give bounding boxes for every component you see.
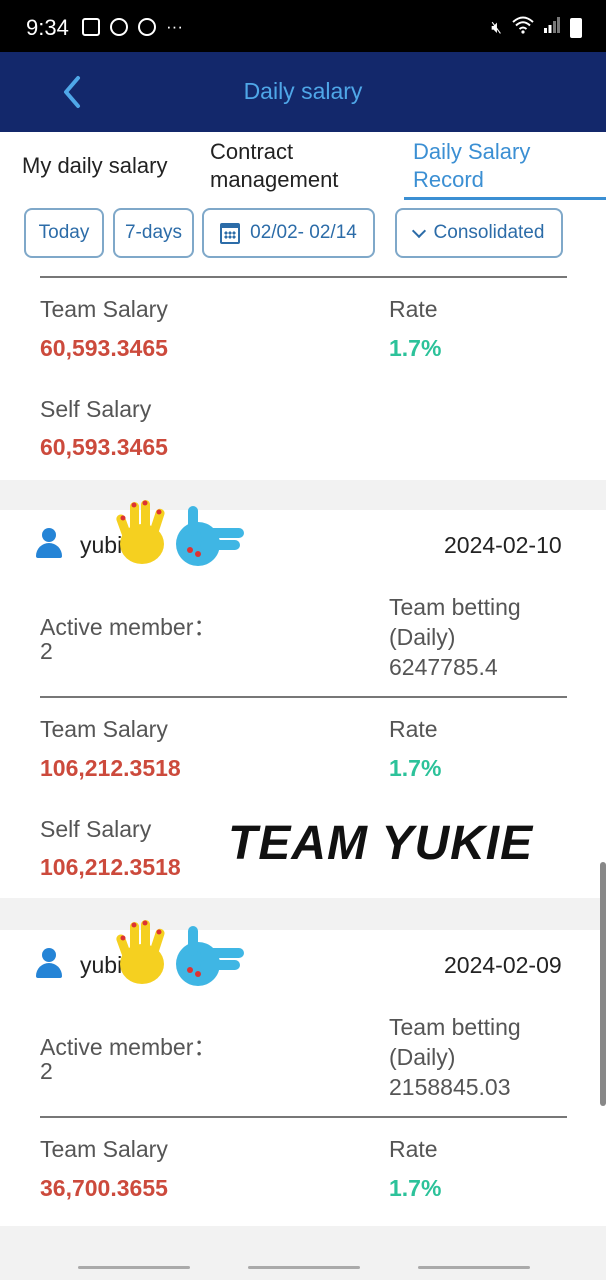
- tab-label: Record: [413, 167, 484, 192]
- hand-emoji-icon: [116, 920, 165, 984]
- status-time: 9:34: [26, 15, 69, 40]
- team-salary-label: Team Salary: [40, 716, 168, 742]
- self-salary-label: Self Salary: [40, 396, 152, 422]
- active-member-label: Active member：: [40, 1034, 217, 1060]
- self-salary-value: 60,593.3465: [40, 434, 168, 460]
- consolidated-label: Consolidated: [433, 222, 545, 243]
- user-icon: [36, 528, 62, 558]
- team-betting-value: 6247785.4: [389, 654, 498, 680]
- home-button[interactable]: [248, 1266, 360, 1269]
- tab-label: My daily salary: [22, 153, 168, 178]
- rate-value: 1.7%: [389, 755, 442, 781]
- consolidated-dropdown[interactable]: Consolidated: [395, 208, 563, 258]
- user-icon: [36, 948, 62, 978]
- status-bar: 9:34 ··· 🔇︎: [0, 0, 606, 52]
- scrollbar[interactable]: [600, 862, 606, 1106]
- status-icons-right: 🔇︎: [491, 16, 582, 39]
- active-tab-indicator: [404, 197, 606, 200]
- more-dots: ···: [166, 17, 183, 36]
- app-header: Daily salary: [0, 52, 606, 132]
- team-yukie-watermark: TEAM YUKIE: [228, 817, 534, 870]
- team-salary-value: 36,700.3655: [40, 1175, 168, 1201]
- tab-label: Contract: [210, 139, 294, 164]
- divider: [40, 276, 567, 278]
- filter-bar: Today 7-days 02/02- 02/14 Consolidated: [0, 202, 606, 264]
- wifi-icon: [512, 16, 534, 39]
- battery-icon: [570, 17, 582, 38]
- seven-days-button[interactable]: 7-days: [113, 208, 194, 258]
- tab-label: Daily Salary: [413, 139, 531, 164]
- team-betting-label-daily: (Daily): [389, 624, 456, 650]
- system-nav-bar: [0, 1258, 606, 1280]
- tab-my-daily-salary[interactable]: My daily salary: [22, 152, 167, 180]
- hand-emoji-icon: [176, 926, 244, 986]
- chrome-icon: [110, 18, 128, 36]
- image-icon: [82, 18, 100, 36]
- team-salary-label: Team Salary: [40, 296, 168, 322]
- rate-label: Rate: [389, 1136, 438, 1162]
- divider: [40, 1116, 567, 1118]
- tab-daily-salary-record[interactable]: Daily Salary Record: [413, 138, 530, 194]
- team-betting-label: Team betting: [389, 1014, 521, 1040]
- tab-label: management: [210, 167, 339, 192]
- status-icons-left: ···: [82, 17, 183, 37]
- active-member-label: Active member：: [40, 614, 217, 640]
- tab-bar: My daily salary Contract management Dail…: [0, 132, 606, 202]
- rate-label: Rate: [389, 716, 438, 742]
- team-betting-label-daily: (Daily): [389, 1044, 456, 1070]
- chrome-icon: [138, 18, 156, 36]
- team-betting-label: Team betting: [389, 594, 521, 620]
- team-betting-value: 2158845.03: [389, 1074, 511, 1100]
- salary-record-card: Team Salary 60,593.3465 Rate 1.7% Self S…: [0, 264, 606, 480]
- record-date: 2024-02-10: [444, 532, 562, 558]
- self-salary-label: Self Salary: [40, 816, 152, 842]
- team-salary-value: 106,212.3518: [40, 755, 181, 781]
- active-member-value: 2: [40, 1058, 53, 1084]
- rate-value: 1.7%: [389, 335, 442, 361]
- record-date: 2024-02-09: [444, 952, 562, 978]
- date-range-picker[interactable]: 02/02- 02/14: [202, 208, 375, 258]
- date-range-value: 02/02- 02/14: [250, 222, 357, 243]
- today-button[interactable]: Today: [24, 208, 104, 258]
- hand-emoji-icon: [116, 500, 165, 564]
- rate-label: Rate: [389, 296, 438, 322]
- recent-apps-button[interactable]: [78, 1266, 190, 1269]
- team-salary-label: Team Salary: [40, 1136, 168, 1162]
- chevron-down-icon: [411, 223, 426, 238]
- signal-icon: [544, 17, 560, 38]
- team-salary-value: 60,593.3465: [40, 335, 168, 361]
- calendar-icon: [220, 222, 241, 244]
- back-nav-button[interactable]: [418, 1266, 530, 1269]
- salary-record-card: yubin 2024-02-09 Active member： 2 Team b…: [0, 920, 606, 1226]
- active-member-value: 2: [40, 638, 53, 664]
- page-title: Daily salary: [243, 78, 363, 104]
- hand-emoji-icon: [176, 506, 244, 566]
- self-salary-value: 106,212.3518: [40, 854, 181, 880]
- mute-icon: 🔇︎: [491, 17, 502, 37]
- divider: [40, 696, 567, 698]
- tab-contract-management[interactable]: Contract management: [210, 138, 338, 194]
- rate-value: 1.7%: [389, 1175, 442, 1201]
